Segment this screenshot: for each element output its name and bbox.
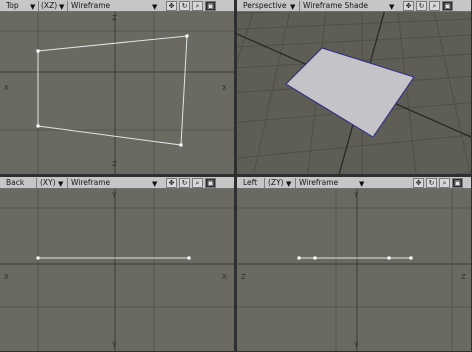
maximize-viewport-icon[interactable]: ▣ (442, 1, 453, 11)
maximize-viewport-icon[interactable]: ▣ (452, 178, 463, 188)
grid (0, 189, 234, 351)
viewport-canvas[interactable]: Z Z Y Y (237, 189, 471, 351)
viewport-top[interactable]: Top ▼ (XZ) ▼ Wireframe ▼ ✥ ↻ ⌕ ▣ X X Z Z (0, 0, 234, 174)
axis-label-x: X (4, 84, 9, 92)
polygon-wireframe (37, 35, 188, 146)
viewport-header: Perspective ▼ Wireframe Shade ▼ ✥ ↻ ⌕ ▣ (237, 0, 471, 12)
rotate-view-icon[interactable]: ↻ (416, 1, 427, 11)
view-mode-label[interactable]: Perspective (243, 0, 291, 12)
axis-label-y: Y (353, 341, 359, 349)
view-mode-label[interactable]: Top (6, 0, 30, 12)
axis-lines (0, 12, 234, 174)
shading-mode-label[interactable]: Wireframe (299, 177, 379, 189)
viewport-back[interactable]: Back (XY) ▼ Wireframe ▼ ✥ ↻ ⌕ ▣ X X Y Y (0, 177, 234, 351)
axis-label-y: Y (353, 191, 359, 199)
maximize-viewport-icon[interactable]: ▣ (205, 1, 216, 11)
viewport-canvas[interactable] (237, 12, 471, 174)
viewport-header: Top ▼ (XZ) ▼ Wireframe ▼ ✥ ↻ ⌕ ▣ (0, 0, 234, 12)
header-divider (67, 1, 68, 11)
axis-label-z: Z (112, 14, 117, 22)
shading-mode-label[interactable]: Wireframe (71, 0, 151, 12)
rotate-view-icon[interactable]: ↻ (426, 178, 437, 188)
shading-mode-label[interactable]: Wireframe Shade (303, 0, 389, 12)
zoom-view-icon[interactable]: ⌕ (439, 178, 450, 188)
maximize-viewport-icon[interactable]: ▣ (205, 178, 216, 188)
viewport-perspective[interactable]: Perspective ▼ Wireframe Shade ▼ ✥ ↻ ⌕ ▣ (237, 0, 471, 174)
zoom-view-icon[interactable]: ⌕ (429, 1, 440, 11)
grid (237, 189, 471, 351)
zoom-view-icon[interactable]: ⌕ (192, 1, 203, 11)
viewport-left[interactable]: Left (ZY) ▼ Wireframe ▼ ✥ ↻ ⌕ ▣ Z Z Y Y (237, 177, 471, 351)
viewport-canvas[interactable]: X X Y Y (0, 189, 234, 351)
axis-label-y: Y (111, 191, 117, 199)
axis-lines (0, 189, 234, 351)
viewport-header: Back (XY) ▼ Wireframe ▼ ✥ ↻ ⌕ ▣ (0, 177, 234, 189)
header-divider (67, 178, 68, 188)
axis-label-x: X (222, 273, 227, 281)
move-view-icon[interactable]: ✥ (403, 1, 414, 11)
axis-label-z: Z (461, 273, 466, 281)
move-view-icon[interactable]: ✥ (166, 178, 177, 188)
view-axis-label[interactable]: (ZY) (268, 177, 286, 189)
axis-label-x: X (4, 273, 9, 281)
view-axis-label[interactable]: (XZ) (41, 0, 59, 12)
axis-lines (237, 189, 471, 351)
axis-label-z: Z (112, 160, 117, 168)
header-divider (38, 1, 39, 11)
rotate-view-icon[interactable]: ↻ (179, 178, 190, 188)
shading-mode-label[interactable]: Wireframe (71, 177, 151, 189)
viewport-canvas[interactable]: X X Z Z (0, 12, 234, 174)
viewport-header: Left (ZY) ▼ Wireframe ▼ ✥ ↻ ⌕ ▣ (237, 177, 471, 189)
rotate-view-icon[interactable]: ↻ (179, 1, 190, 11)
axis-label-z: Z (241, 273, 246, 281)
view-mode-label[interactable]: Left (243, 177, 265, 189)
header-divider (264, 178, 265, 188)
view-mode-label[interactable]: Back (6, 177, 32, 189)
header-divider (295, 178, 296, 188)
view-axis-label[interactable]: (XY) (40, 177, 58, 189)
move-view-icon[interactable]: ✥ (413, 178, 424, 188)
header-divider (36, 178, 37, 188)
grid (0, 12, 234, 174)
header-divider (299, 1, 300, 11)
axis-label-x: X (222, 84, 227, 92)
zoom-view-icon[interactable]: ⌕ (192, 178, 203, 188)
axis-label-y: Y (111, 341, 117, 349)
move-view-icon[interactable]: ✥ (166, 1, 177, 11)
shaded-polygon (285, 47, 415, 138)
